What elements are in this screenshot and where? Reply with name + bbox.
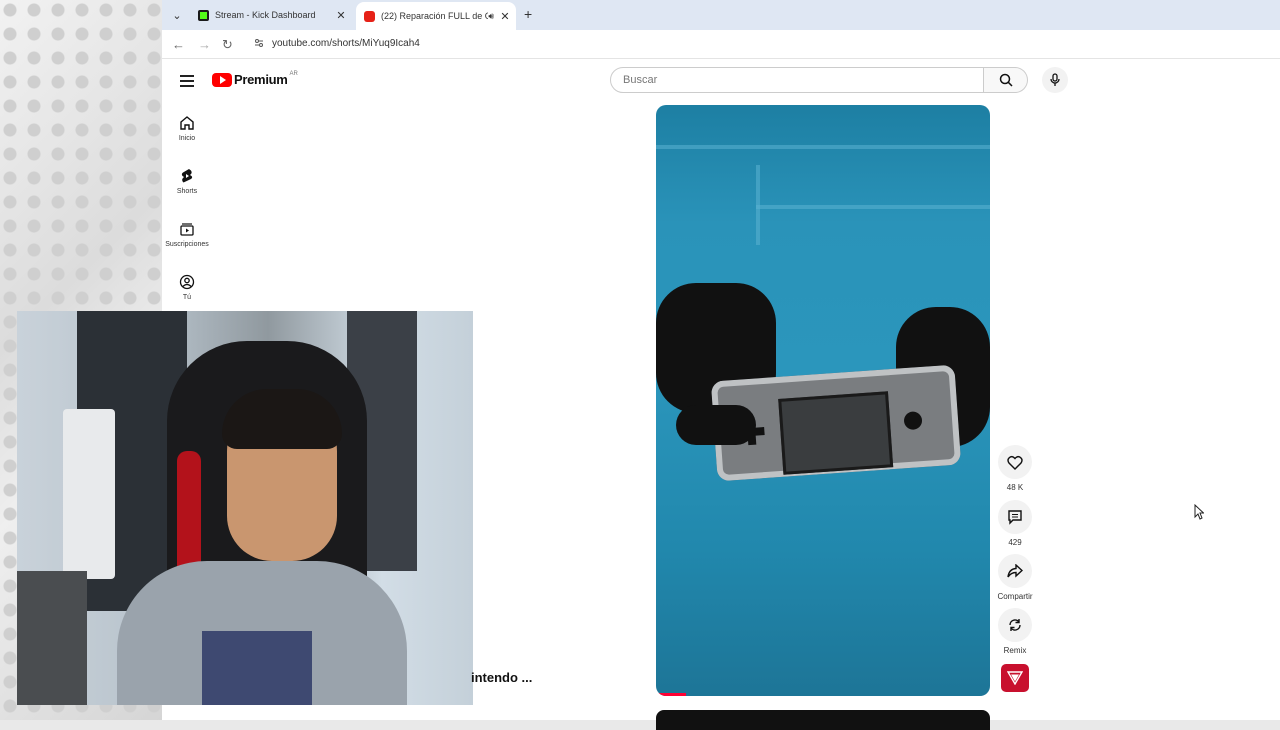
subscriptions-icon: [180, 223, 194, 236]
search-icon: [999, 73, 1013, 87]
short-video-player[interactable]: [656, 105, 990, 696]
mouse-cursor-icon: [1194, 504, 1204, 520]
mat-grid-line: [656, 145, 990, 149]
logo-text: Premium: [234, 72, 288, 87]
new-tab-button[interactable]: +: [524, 6, 532, 22]
search-input[interactable]: Buscar: [610, 67, 984, 93]
remix-icon: [1009, 619, 1021, 631]
tab-kick-dashboard[interactable]: Stream - Kick Dashboard ✕: [190, 3, 352, 27]
share-label: Compartir: [997, 592, 1033, 601]
tab-search-dropdown[interactable]: ⌄: [168, 6, 186, 24]
shorts-icon: [181, 169, 193, 183]
glove-left-finger: [676, 405, 756, 445]
youtube-favicon-icon: [364, 10, 375, 22]
menu-icon[interactable]: [180, 72, 194, 90]
kick-favicon-icon: [198, 9, 209, 21]
reload-icon[interactable]: ↻: [222, 37, 233, 53]
like-button[interactable]: 48 K: [996, 445, 1034, 492]
mat-grid-line: [756, 165, 760, 245]
webcam-shirt-graphic: [202, 631, 312, 705]
tab-youtube-short[interactable]: (22) Reparación FULL de Ga 🔊︎ ✕: [356, 2, 516, 30]
remix-button[interactable]: Remix: [996, 608, 1034, 655]
channel-logo-icon: [1007, 671, 1023, 685]
address-bar: ← → ↻ youtube.com/shorts/MiYuq9Icah4: [162, 30, 1280, 59]
remix-label: Remix: [1003, 646, 1027, 655]
tab-title: Stream - Kick Dashboard: [215, 10, 316, 20]
console-button: [903, 411, 923, 431]
webcam-sofa: [17, 571, 87, 705]
microphone-icon: [1050, 73, 1060, 86]
sidebar-item-tu[interactable]: Tú: [162, 274, 212, 301]
heart-icon: [1007, 455, 1023, 470]
share-button[interactable]: Compartir: [996, 554, 1034, 601]
sidebar-item-label: Suscripciones: [165, 241, 209, 248]
mat-grid-line: [756, 205, 990, 209]
home-icon: [180, 116, 194, 130]
streamer-webcam-overlay: [17, 311, 473, 705]
video-progress-bar[interactable]: [656, 693, 686, 696]
sidebar-item-label: Inicio: [178, 135, 196, 142]
sidebar-item-shorts[interactable]: Shorts: [162, 168, 212, 195]
forward-icon[interactable]: →: [198, 37, 211, 52]
comment-count: 429: [1008, 538, 1022, 547]
url-input[interactable]: youtube.com/shorts/MiYuq9Icah4: [272, 38, 420, 49]
webcam-person-hair: [222, 389, 342, 449]
sidebar-item-inicio[interactable]: Inicio: [162, 115, 212, 142]
next-short-preview[interactable]: [656, 710, 990, 730]
sidebar-item-label: Tú: [182, 294, 192, 301]
comment-icon: [1008, 510, 1022, 525]
close-tab-icon[interactable]: ✕: [334, 9, 348, 22]
close-tab-icon[interactable]: ✕: [498, 10, 512, 23]
site-settings-icon[interactable]: [254, 38, 264, 48]
speaker-icon[interactable]: 🔊︎: [488, 11, 494, 22]
voice-search-button[interactable]: [1042, 67, 1068, 93]
comments-button[interactable]: 429: [996, 500, 1034, 547]
share-icon: [1007, 564, 1023, 578]
webcam-air-conditioner: [63, 409, 115, 579]
sidebar-item-suscripciones[interactable]: Suscripciones: [162, 221, 212, 248]
back-icon[interactable]: ←: [172, 37, 185, 52]
like-count: 48 K: [1006, 483, 1024, 492]
youtube-logo-icon: [212, 72, 232, 87]
youtube-premium-logo[interactable]: Premium AR: [212, 70, 298, 87]
tab-bar: ⌄ Stream - Kick Dashboard ✕ (22) Reparac…: [162, 0, 1280, 30]
search-button[interactable]: [984, 67, 1028, 93]
country-code: AR: [289, 70, 298, 77]
tab-title: (22) Reparación FULL de Ga: [381, 11, 489, 21]
video-title-fragment[interactable]: intendo ...: [471, 670, 532, 685]
sound-source-avatar[interactable]: [1001, 664, 1029, 692]
console-screen: [778, 391, 894, 475]
sidebar-item-label: Shorts: [176, 188, 198, 195]
you-icon: [179, 274, 195, 290]
